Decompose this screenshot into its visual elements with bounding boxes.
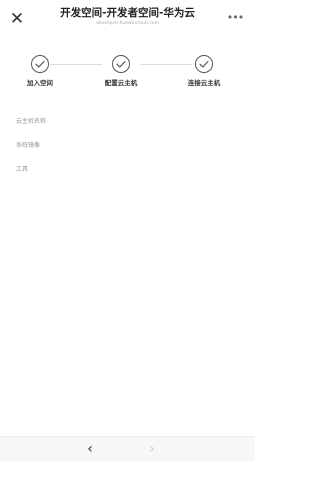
- step-label: 加入空间: [27, 79, 53, 87]
- check-circle-icon: [195, 55, 213, 73]
- step-label: 配置云主机: [104, 79, 138, 87]
- step-connect-host: 连接云主机: [174, 54, 234, 88]
- app-header: ✕ 开发空间-开发者空间-华为云 developer.huaweicloud.c…: [0, 0, 255, 40]
- step-label: 连接云主机: [187, 79, 221, 87]
- step-join-space: 加入空间: [10, 54, 70, 88]
- more-icon[interactable]: •••: [225, 9, 245, 29]
- close-icon[interactable]: ✕: [6, 8, 28, 30]
- field-host-name-label: 云主机名称: [16, 118, 47, 125]
- progress-steps: 加入空间 配置云主机 连接云主机: [0, 50, 255, 100]
- chevron-left-icon[interactable]: ‹: [80, 439, 100, 459]
- page-title: 开发空间-开发者空间-华为云: [60, 7, 195, 19]
- field-system-image-label: 系统镜像: [16, 142, 41, 149]
- page-url: developer.huaweicloud.com: [96, 21, 159, 26]
- chevron-right-icon[interactable]: ›: [142, 439, 162, 459]
- step-configure-host: 配置云主机: [91, 54, 151, 88]
- check-circle-icon: [112, 55, 130, 73]
- check-circle-icon: [31, 55, 49, 73]
- field-tools-label: 工具: [16, 166, 29, 173]
- title-block: 开发空间-开发者空间-华为云 developer.huaweicloud.com: [40, 6, 215, 27]
- browser-bottom-bar: ‹ ›: [0, 436, 255, 461]
